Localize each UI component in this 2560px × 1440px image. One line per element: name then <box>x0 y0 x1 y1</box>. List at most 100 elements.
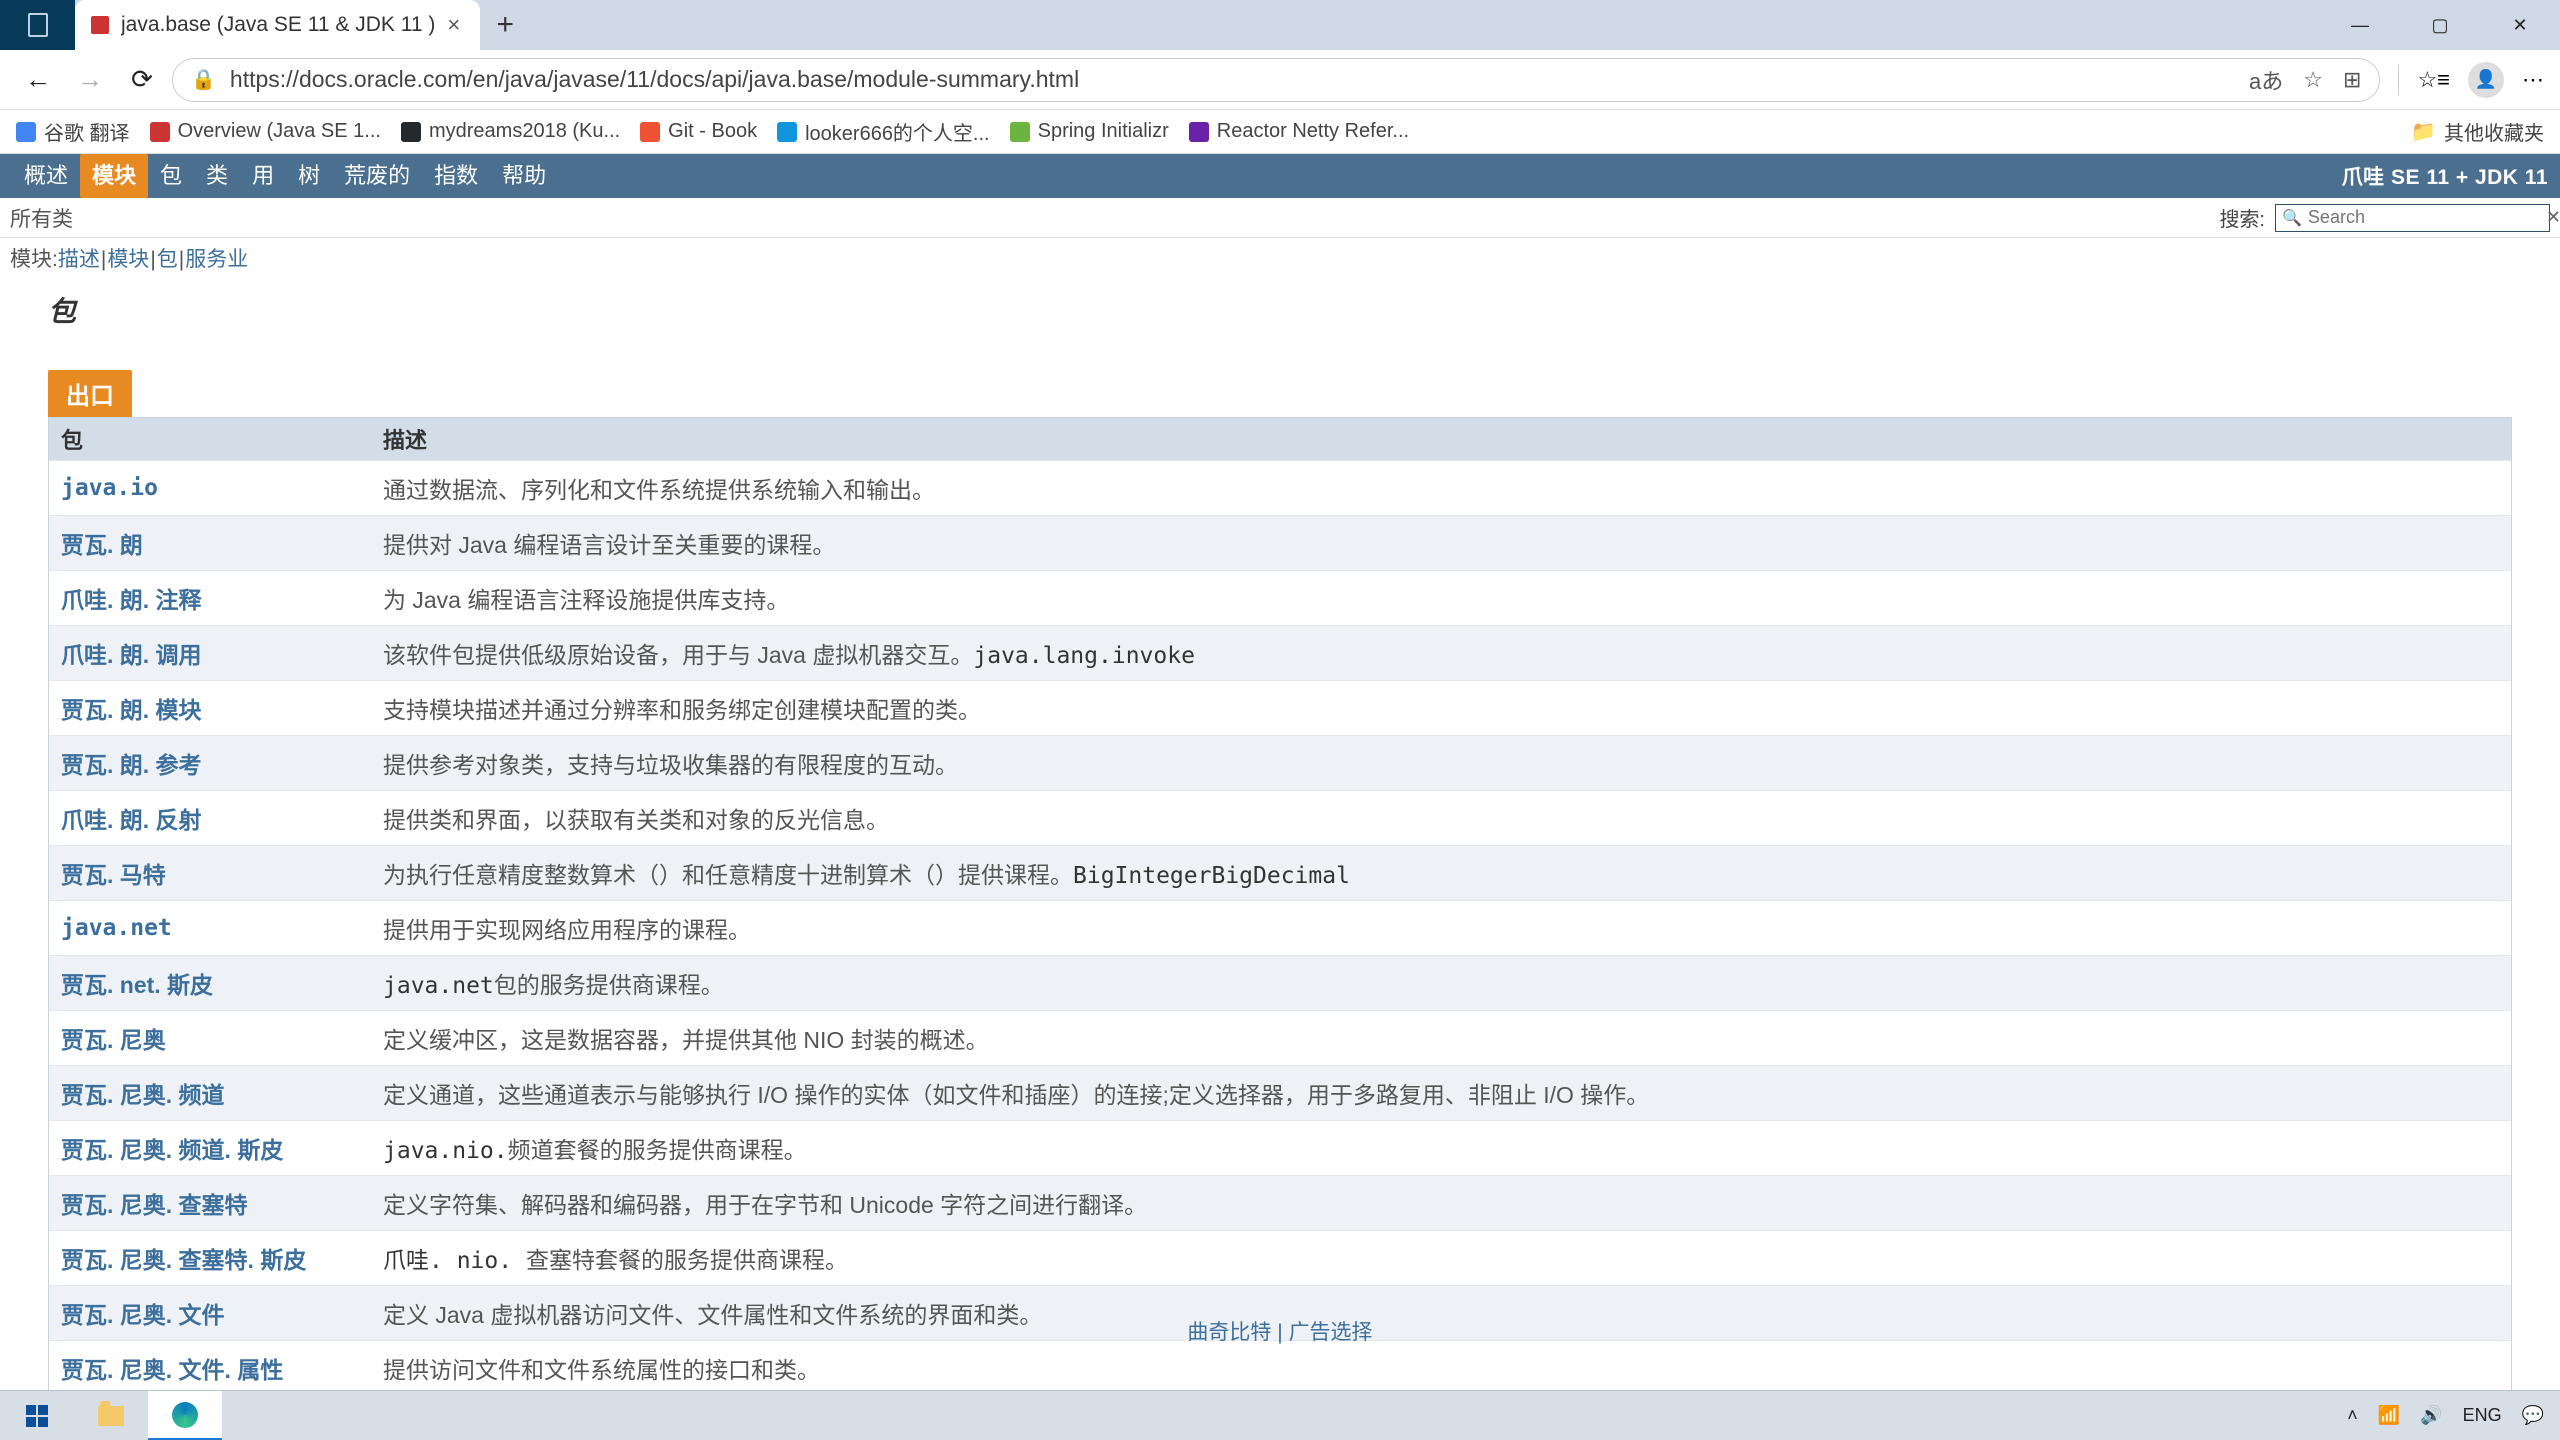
package-link[interactable]: 贾瓦. 马特 <box>49 846 375 900</box>
url-field[interactable]: 🔒 https://docs.oracle.com/en/java/javase… <box>172 58 2380 102</box>
table-row: 贾瓦. 尼奥. 查塞特定义字符集、解码器和编码器，用于在字节和 Unicode … <box>49 1175 2511 1230</box>
tray-chevron-icon[interactable]: ˄ <box>2347 1405 2358 1426</box>
package-link[interactable]: 爪哇. 朗. 调用 <box>49 626 375 680</box>
package-description: 该软件包提供低级原始设备，用于与 Java 虚拟机器交互。java.lang.i… <box>375 626 2511 680</box>
search-input[interactable] <box>2308 207 2540 228</box>
nav-item[interactable]: 模块 <box>80 154 148 198</box>
forward-button[interactable]: → <box>68 58 112 102</box>
package-link[interactable]: 贾瓦. 尼奥. 频道. 斯皮 <box>49 1121 375 1175</box>
table-header: 包 描述 <box>49 418 2511 460</box>
nav-item[interactable]: 概述 <box>12 154 80 198</box>
language-indicator[interactable]: ENG <box>2463 1405 2502 1426</box>
package-link[interactable]: 贾瓦. net. 斯皮 <box>49 956 375 1010</box>
collection-icon[interactable]: ⊞ <box>2343 67 2361 93</box>
other-bookmarks[interactable]: 📁 其他收藏夹 <box>2411 117 2544 146</box>
minimize-button[interactable]: — <box>2320 0 2400 50</box>
lock-icon: 🔒 <box>191 67 216 92</box>
file-explorer-button[interactable] <box>74 1391 148 1440</box>
vertical-tabs-button[interactable] <box>0 0 75 50</box>
bookmark-item[interactable]: Spring Initializr <box>1010 117 1169 146</box>
clear-search-icon[interactable]: ✕ <box>2546 207 2560 228</box>
breadcrumb-link[interactable]: 服务业 <box>185 248 248 271</box>
nav-item[interactable]: 类 <box>194 154 240 198</box>
footer-links: 曲奇比特 | 广告选择 <box>0 1316 2560 1346</box>
bookmark-item[interactable]: Overview (Java SE 1... <box>150 117 381 146</box>
package-description: java.nio.频道套餐的服务提供商课程。 <box>375 1121 2511 1175</box>
browser-tab[interactable]: java.base (Java SE 11 & JDK 11 ) × <box>75 0 480 50</box>
volume-icon[interactable]: 🔊 <box>2420 1405 2442 1426</box>
table-row: 爪哇. 朗. 注释为 Java 编程语言注释设施提供库支持。 <box>49 570 2511 625</box>
nav-item[interactable]: 包 <box>148 154 194 198</box>
doc-top-nav: 概述模块包类用树荒废的指数帮助 爪哇 SE 11 + JDK 11 <box>0 154 2560 198</box>
nav-item[interactable]: 荒废的 <box>332 154 422 198</box>
favorites-bar-icon[interactable]: ☆≡ <box>2417 67 2450 93</box>
table-row: 贾瓦. 尼奥. 查塞特. 斯皮爪哇. nio. 查塞特套餐的服务提供商课程。 <box>49 1230 2511 1285</box>
breadcrumb-link[interactable]: 包 <box>157 248 178 271</box>
package-link[interactable]: 贾瓦. 朗. 模块 <box>49 681 375 735</box>
windows-taskbar: ˄ 📶 🔊 ENG 💬 <box>0 1390 2560 1440</box>
package-link[interactable]: 贾瓦. 朗 <box>49 516 375 570</box>
ads-link[interactable]: 广告选择 <box>1289 1321 1373 1344</box>
package-description: 提供参考对象类，支持与垃圾收集器的有限程度的互动。 <box>375 736 2511 790</box>
all-classes-link[interactable]: 所有类 <box>10 203 73 233</box>
table-row: 贾瓦. 尼奥定义缓冲区，这是数据容器，并提供其他 NIO 封装的概述。 <box>49 1010 2511 1065</box>
bookmark-label: 谷歌 翻译 <box>44 117 130 146</box>
export-tab[interactable]: 出口 <box>48 370 132 417</box>
nav-item[interactable]: 用 <box>240 154 286 198</box>
package-description: 提供访问文件和文件系统属性的接口和类。 <box>375 1341 2511 1390</box>
close-window-button[interactable]: ✕ <box>2480 0 2560 50</box>
refresh-button[interactable]: ⟳ <box>120 58 164 102</box>
bookmark-item[interactable]: Reactor Netty Refer... <box>1189 117 1409 146</box>
close-tab-icon[interactable]: × <box>447 12 460 38</box>
bookmark-item[interactable]: Git - Book <box>640 117 757 146</box>
nav-item[interactable]: 树 <box>286 154 332 198</box>
table-row: 贾瓦. 马特为执行任意精度整数算术（）和任意精度十进制算术（）提供课程。BigI… <box>49 845 2511 900</box>
package-table: 包 描述 java.io通过数据流、序列化和文件系统提供系统输入和输出。贾瓦. … <box>48 417 2512 1390</box>
package-link[interactable]: 贾瓦. 尼奥. 查塞特. 斯皮 <box>49 1231 375 1285</box>
package-link[interactable]: 贾瓦. 尼奥. 文件. 属性 <box>49 1341 375 1390</box>
package-link[interactable]: 贾瓦. 尼奥. 频道 <box>49 1066 375 1120</box>
nav-item[interactable]: 指数 <box>422 154 490 198</box>
table-row: 贾瓦. 朗. 模块支持模块描述并通过分辨率和服务绑定创建模块配置的类。 <box>49 680 2511 735</box>
breadcrumb-link[interactable]: 模块 <box>107 248 149 271</box>
favorite-icon[interactable]: ☆ <box>2303 67 2323 93</box>
package-link[interactable]: 爪哇. 朗. 注释 <box>49 571 375 625</box>
package-description: 定义缓冲区，这是数据容器，并提供其他 NIO 封装的概述。 <box>375 1011 2511 1065</box>
edge-button[interactable] <box>148 1391 222 1440</box>
wifi-icon[interactable]: 📶 <box>2378 1405 2400 1426</box>
notifications-icon[interactable]: 💬 <box>2522 1405 2544 1426</box>
bookmark-label: Spring Initializr <box>1038 120 1169 143</box>
bookmark-favicon <box>150 122 170 142</box>
profile-avatar[interactable]: 👤 <box>2468 62 2504 98</box>
new-tab-button[interactable]: + <box>480 0 530 50</box>
bookmark-item[interactable]: looker666的个人空... <box>777 117 990 146</box>
package-link[interactable]: 爪哇. 朗. 反射 <box>49 791 375 845</box>
package-description: 爪哇. nio. 查塞特套餐的服务提供商课程。 <box>375 1231 2511 1285</box>
nav-item[interactable]: 帮助 <box>490 154 558 198</box>
package-link[interactable]: 贾瓦. 尼奥. 查塞特 <box>49 1176 375 1230</box>
translate-icon[interactable]: aあ <box>2249 64 2283 96</box>
menu-icon[interactable]: ⋯ <box>2522 67 2544 93</box>
table-row: 爪哇. 朗. 调用该软件包提供低级原始设备，用于与 Java 虚拟机器交互。ja… <box>49 625 2511 680</box>
back-button[interactable]: ← <box>16 58 60 102</box>
bookmark-item[interactable]: 谷歌 翻译 <box>16 117 130 146</box>
package-description: 提供类和界面，以获取有关类和对象的反光信息。 <box>375 791 2511 845</box>
bookmark-label: Overview (Java SE 1... <box>178 120 381 143</box>
package-link[interactable]: 贾瓦. 朗. 参考 <box>49 736 375 790</box>
address-bar: ← → ⟳ 🔒 https://docs.oracle.com/en/java/… <box>0 50 2560 110</box>
cookie-link[interactable]: 曲奇比特 <box>1187 1321 1271 1344</box>
package-link[interactable]: 贾瓦. 尼奥 <box>49 1011 375 1065</box>
breadcrumb-link[interactable]: 描述 <box>58 248 100 271</box>
package-link[interactable]: java.net <box>49 905 375 951</box>
bookmark-item[interactable]: mydreams2018 (Ku... <box>401 117 620 146</box>
bookmarks-bar: 谷歌 翻译 Overview (Java SE 1... mydreams2018 … <box>0 110 2560 154</box>
search-box[interactable]: 🔍 ✕ <box>2275 204 2550 232</box>
package-description: 通过数据流、序列化和文件系统提供系统输入和输出。 <box>375 461 2511 515</box>
start-button[interactable] <box>0 1391 74 1440</box>
package-link[interactable]: java.io <box>49 465 375 511</box>
table-row: java.io通过数据流、序列化和文件系统提供系统输入和输出。 <box>49 460 2511 515</box>
export-tabstrip: 出口 <box>0 334 2560 417</box>
url-text: https://docs.oracle.com/en/java/javase/1… <box>230 66 2235 93</box>
maximize-button[interactable]: ▢ <box>2400 0 2480 50</box>
table-row: 贾瓦. net. 斯皮java.net包的服务提供商课程。 <box>49 955 2511 1010</box>
